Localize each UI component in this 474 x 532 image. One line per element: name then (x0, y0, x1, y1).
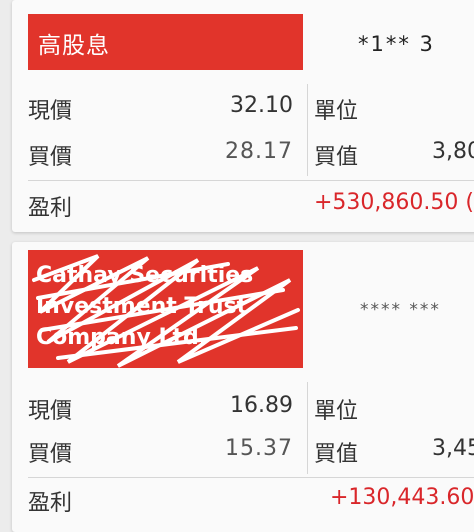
holding-card-2[interactable]: Cathay Securities Investment Trust Compa… (12, 242, 474, 532)
current-price-label: 現價 (28, 99, 73, 124)
column-divider (307, 84, 308, 176)
fund-code-redacted: **** *** (360, 300, 441, 320)
fund-code-redacted: *1** 3 (358, 32, 435, 56)
current-price-value: 16.89 (230, 393, 293, 418)
current-price-label: 現價 (28, 399, 73, 424)
redaction-scribble (32, 254, 300, 368)
cost-price-value: 15.37 (225, 436, 293, 461)
market-value-label: 買值 (314, 145, 359, 170)
units-label: 單位 (314, 99, 359, 124)
cost-price-label: 買價 (28, 145, 73, 170)
row-divider (28, 477, 474, 478)
profit-label: 盈利 (28, 196, 73, 221)
profit-value: +530,860.50 ( (314, 190, 474, 215)
holding-card-1[interactable]: 高股息 *1** 3 現價 32.10 單位 買價 28.17 買值 3,80 … (12, 0, 474, 232)
units-label: 單位 (314, 399, 359, 424)
units-value: 3,45 (432, 436, 474, 461)
fund-name: 高股息 (38, 33, 110, 59)
fund-name-banner: 高股息 (28, 14, 303, 70)
row-divider (28, 180, 474, 181)
current-price-value: 32.10 (230, 93, 293, 118)
market-value-label: 買值 (314, 442, 359, 467)
cost-price-label: 買價 (28, 442, 73, 467)
units-value: 3,80 (432, 139, 474, 164)
fund-name-banner: Cathay Securities Investment Trust Compa… (28, 250, 303, 368)
profit-label: 盈利 (28, 491, 73, 516)
profit-value: +130,443.60 (330, 485, 474, 510)
cost-price-value: 28.17 (225, 139, 293, 164)
column-divider (307, 382, 308, 474)
